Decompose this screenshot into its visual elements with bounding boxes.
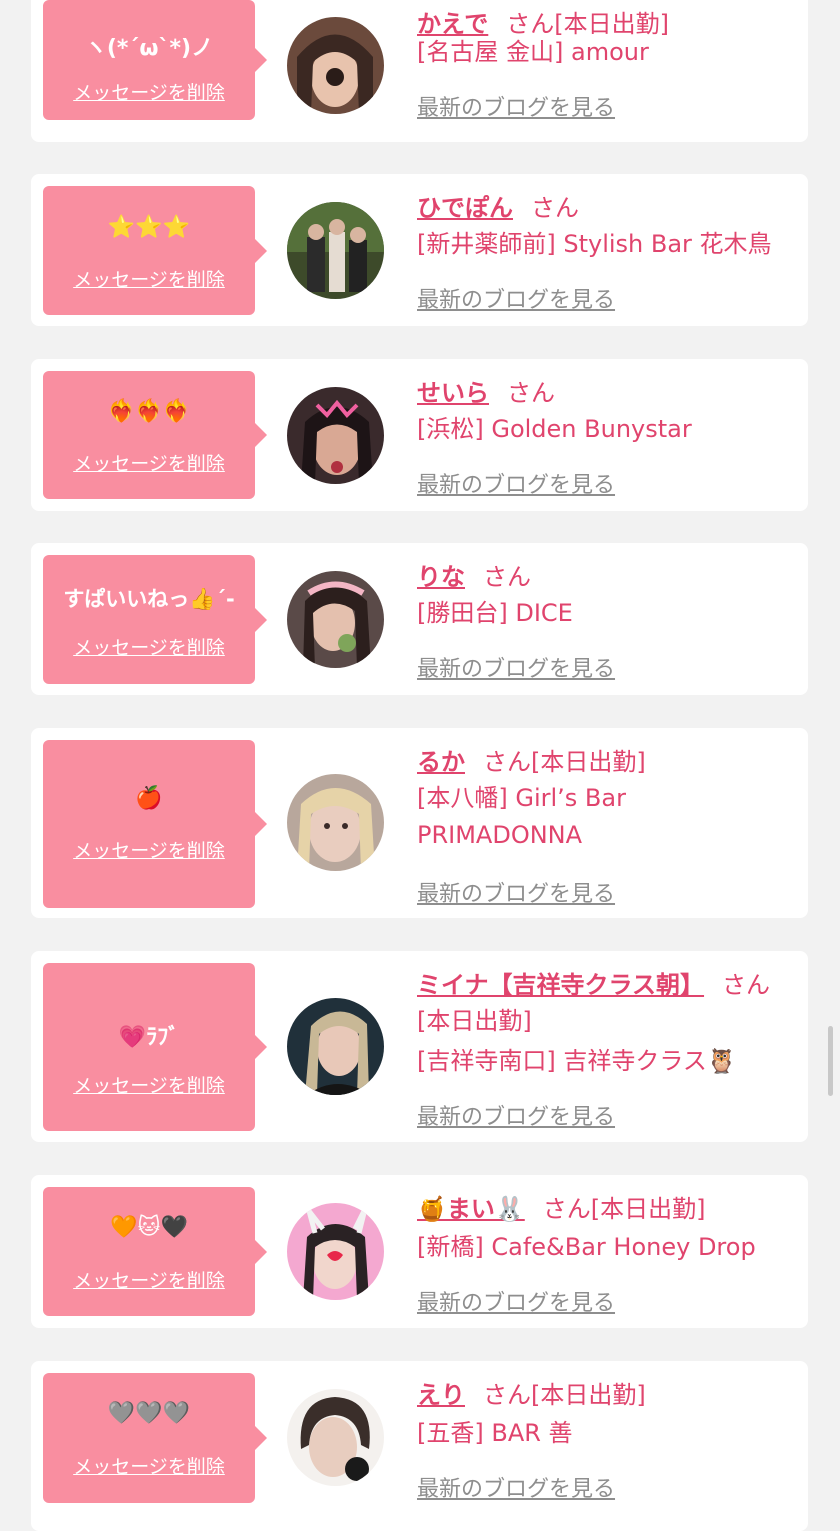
shop-name: [本八幡] Girl’s Bar PRIMADONNA bbox=[417, 784, 626, 849]
message-bubble: ⭐⭐⭐ メッセージを削除 bbox=[43, 186, 267, 315]
user-name-link[interactable]: えり bbox=[417, 1381, 465, 1409]
delete-message-link[interactable]: メッセージを削除 bbox=[43, 1452, 255, 1479]
honorific: さん bbox=[507, 379, 555, 407]
message-bubble: ❤️‍🔥❤️‍🔥❤️‍🔥 メッセージを削除 bbox=[43, 371, 267, 499]
avatar[interactable] bbox=[287, 17, 384, 114]
message-text: すぱいいねっ👍ˊ- bbox=[63, 587, 235, 611]
message-bubble: ヽ(*ˊωˋ*)ノ メッセージを削除 bbox=[43, 0, 267, 120]
latest-blog-link[interactable]: 最新のブログを見る bbox=[417, 467, 615, 499]
honorific: さん bbox=[722, 971, 771, 999]
honorific: さん bbox=[483, 748, 531, 776]
avatar[interactable] bbox=[287, 774, 384, 871]
list-item: 🧡🐱🖤 メッセージを削除 🍯まい🐰 さん[本日出勤] [新橋] Cafe&Bar … bbox=[31, 1175, 808, 1328]
message-bubble: すぱいいねっ👍ˊ- メッセージを削除 bbox=[43, 555, 267, 684]
shop-name: [浜松] Golden Bunystar bbox=[417, 415, 692, 443]
honorific: さん bbox=[542, 1195, 591, 1223]
delete-message-link[interactable]: メッセージを削除 bbox=[43, 78, 255, 105]
message-text: ❤️‍🔥❤️‍🔥❤️‍🔥 bbox=[107, 399, 191, 424]
shop-name: [新井薬師前] Stylish Bar 花木鳥 bbox=[417, 230, 772, 258]
shop-name: [名古屋 金山] amour bbox=[417, 38, 649, 66]
user-name-link[interactable]: ひでぽん bbox=[417, 194, 513, 222]
user-name-link[interactable]: 🍯まい🐰 bbox=[417, 1195, 525, 1223]
latest-blog-link[interactable]: 最新のブログを見る bbox=[417, 651, 615, 683]
user-name-link[interactable]: せいら bbox=[417, 379, 489, 407]
message-text: 💗ﾗﾌﾞ bbox=[118, 1025, 180, 1050]
status-badge: [本日出勤] bbox=[417, 1007, 532, 1035]
latest-blog-link[interactable]: 最新のブログを見る bbox=[417, 876, 615, 908]
avatar[interactable] bbox=[287, 387, 384, 484]
user-name-link[interactable]: ミイナ【吉祥寺クラス朝】 bbox=[417, 971, 704, 999]
message-text: 🧡🐱🖤 bbox=[110, 1215, 188, 1240]
latest-blog-link[interactable]: 最新のブログを見る bbox=[417, 1471, 615, 1503]
list-item: 💗ﾗﾌﾞ メッセージを削除 ミイナ【吉祥寺クラス朝】 さん [本日出勤] [吉祥寺… bbox=[31, 951, 808, 1142]
message-text: 🩶🩶🩶 bbox=[107, 1401, 191, 1426]
list-item: 🩶🩶🩶 メッセージを削除 えり さん[本日出勤] [五香] BAR 善 最新のブロ… bbox=[31, 1361, 808, 1531]
list-item: ヽ(*ˊωˋ*)ノ メッセージを削除 かえで さん[本日出勤] [名古屋 金山] … bbox=[31, 0, 808, 142]
delete-message-link[interactable]: メッセージを削除 bbox=[43, 1266, 255, 1293]
message-bubble: 🍎 メッセージを削除 bbox=[43, 740, 267, 908]
list-item: すぱいいねっ👍ˊ- メッセージを削除 りな さん [勝田台] DICE 最新のブロ… bbox=[31, 543, 808, 695]
latest-blog-link[interactable]: 最新のブログを見る bbox=[417, 282, 615, 314]
delete-message-link[interactable]: メッセージを削除 bbox=[43, 836, 255, 863]
list-item: ⭐⭐⭐ メッセージを削除 ひでぽん さん [新井薬師前] Stylish Bar … bbox=[31, 174, 808, 326]
message-text: ⭐⭐⭐ bbox=[107, 215, 191, 240]
honorific: さん bbox=[483, 563, 531, 591]
message-list: ヽ(*ˊωˋ*)ノ メッセージを削除 かえで さん[本日出勤] [名古屋 金山] … bbox=[0, 0, 840, 1531]
message-bubble: 💗ﾗﾌﾞ メッセージを削除 bbox=[43, 963, 267, 1131]
status-badge: [本日出勤] bbox=[590, 1195, 706, 1223]
delete-message-link[interactable]: メッセージを削除 bbox=[43, 265, 255, 292]
honorific: さん bbox=[531, 194, 579, 222]
latest-blog-link[interactable]: 最新のブログを見る bbox=[417, 90, 615, 122]
avatar[interactable] bbox=[287, 571, 384, 668]
delete-message-link[interactable]: メッセージを削除 bbox=[43, 633, 255, 660]
message-bubble: 🩶🩶🩶 メッセージを削除 bbox=[43, 1373, 267, 1503]
scrollbar[interactable] bbox=[828, 1026, 833, 1096]
latest-blog-link[interactable]: 最新のブログを見る bbox=[417, 1099, 615, 1131]
honorific: さん bbox=[483, 1381, 531, 1409]
avatar[interactable] bbox=[287, 202, 384, 299]
message-text: ヽ(*ˊωˋ*)ノ bbox=[84, 36, 214, 61]
shop-name: [新橋] Cafe&Bar Honey Drop bbox=[417, 1233, 756, 1261]
avatar[interactable] bbox=[287, 1203, 384, 1300]
message-text: 🍎 bbox=[135, 786, 163, 811]
list-item: 🍎 メッセージを削除 るか さん[本日出勤] [本八幡] Girl’s Bar P… bbox=[31, 728, 808, 918]
user-name-link[interactable]: るか bbox=[417, 748, 465, 776]
avatar[interactable] bbox=[287, 1389, 384, 1486]
avatar[interactable] bbox=[287, 998, 384, 1095]
status-badge: [本日出勤] bbox=[531, 748, 646, 776]
shop-name: [勝田台] DICE bbox=[417, 599, 573, 627]
message-bubble: 🧡🐱🖤 メッセージを削除 bbox=[43, 1187, 267, 1316]
status-badge: [本日出勤] bbox=[531, 1381, 646, 1409]
user-name-link[interactable]: りな bbox=[417, 563, 465, 591]
delete-message-link[interactable]: メッセージを削除 bbox=[43, 449, 255, 476]
shop-name: [五香] BAR 善 bbox=[417, 1419, 573, 1447]
latest-blog-link[interactable]: 最新のブログを見る bbox=[417, 1285, 615, 1317]
delete-message-link[interactable]: メッセージを削除 bbox=[43, 1071, 255, 1098]
list-item: ❤️‍🔥❤️‍🔥❤️‍🔥 メッセージを削除 せいら さん [浜松] Golden … bbox=[31, 359, 808, 511]
shop-name: [吉祥寺南口] 吉祥寺クラス🦉 bbox=[417, 1047, 737, 1075]
